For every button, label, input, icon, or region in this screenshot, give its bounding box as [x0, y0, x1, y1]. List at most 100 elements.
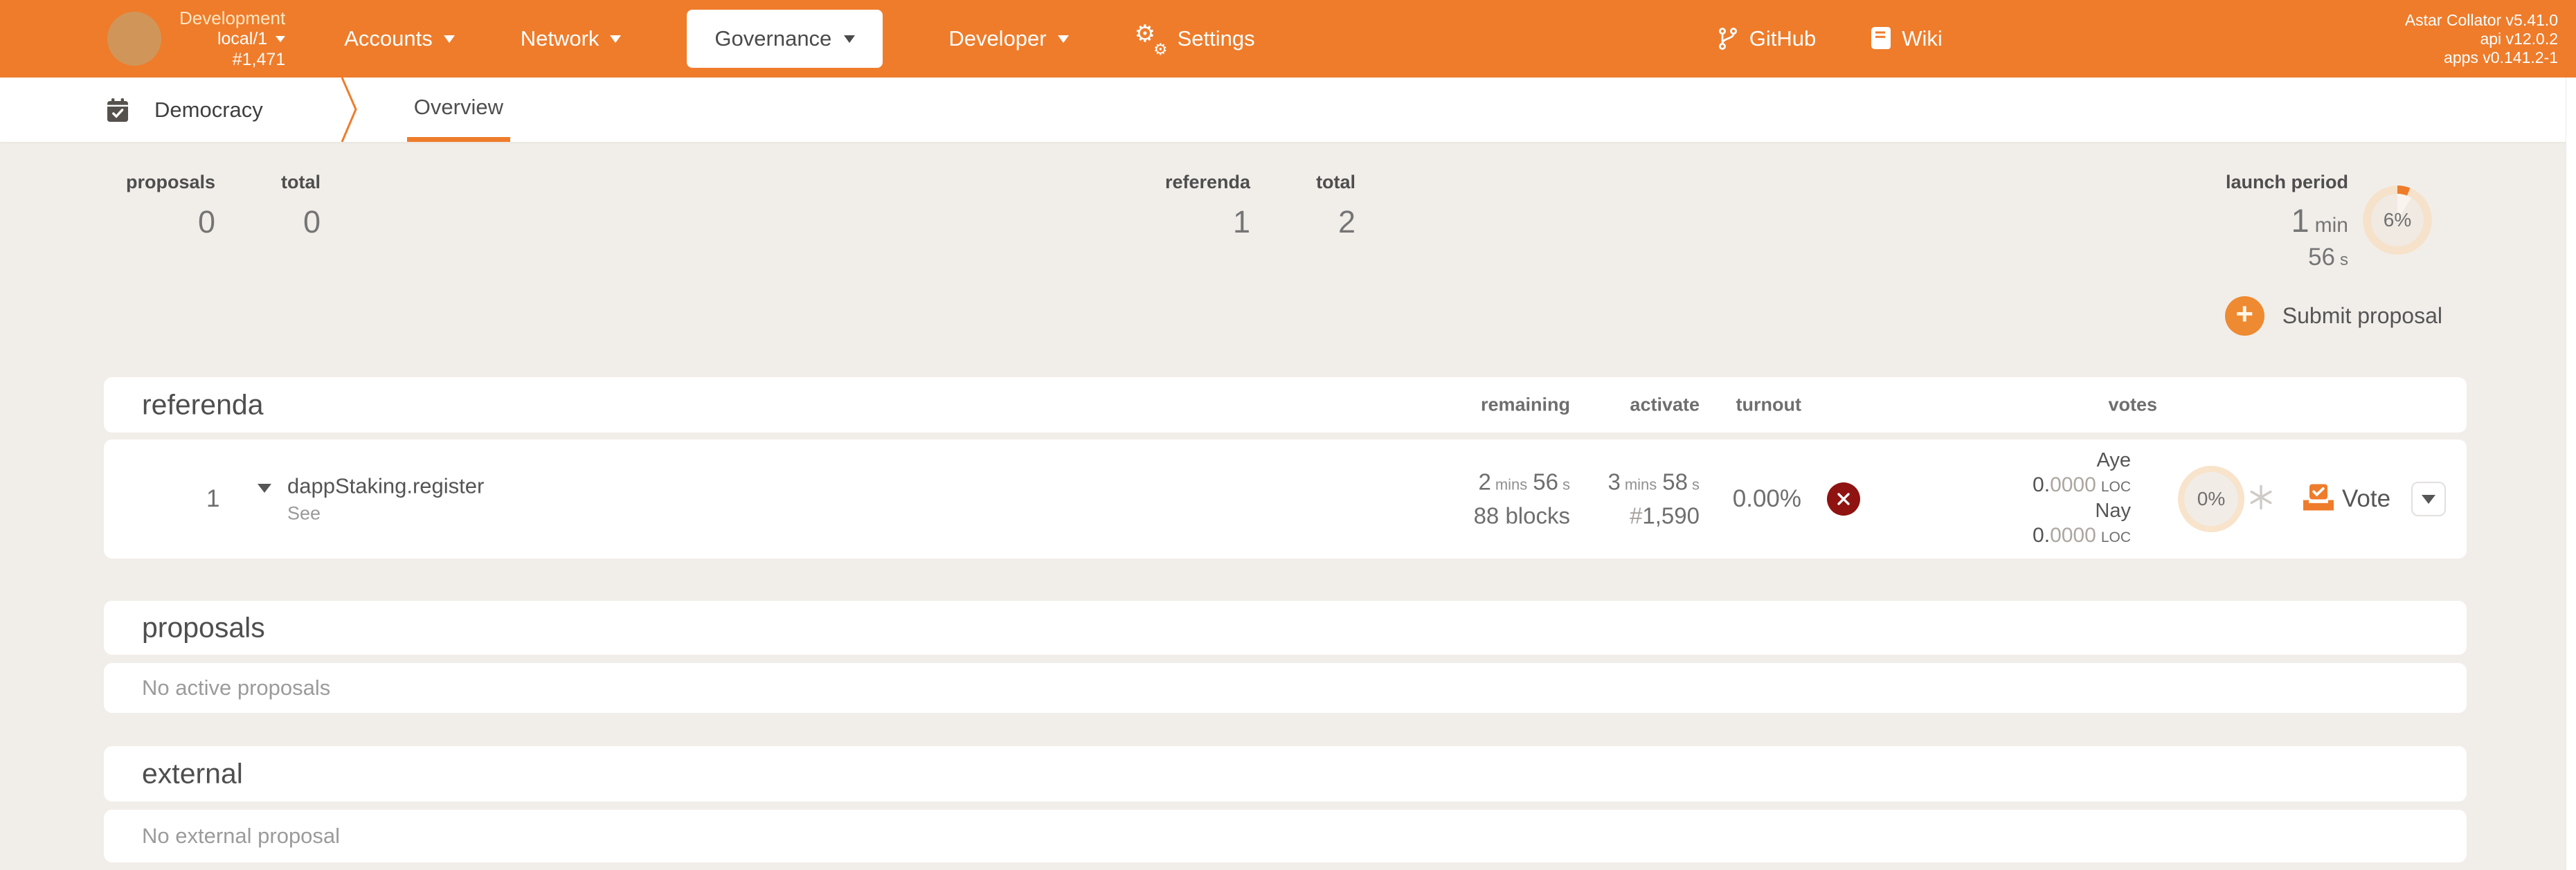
node-version: Astar Collator v5.41.0 — [2404, 10, 2558, 29]
remaining-secs: 56 — [1533, 469, 1558, 495]
chain-name: Development — [179, 8, 286, 28]
nav-item-network[interactable]: Network — [521, 26, 622, 51]
main-nav: Accounts Network Governance Developer ⚙ ⚙… — [344, 10, 1255, 68]
nav-accounts-label: Accounts — [344, 26, 433, 51]
section-name: Democracy — [154, 97, 263, 122]
remaining-blocks: 88 blocks — [1473, 502, 1570, 529]
git-branch-icon — [1718, 28, 1737, 50]
activate-secs: 58 — [1662, 469, 1688, 495]
wiki-link[interactable]: Wiki — [1871, 26, 1943, 51]
launch-period-label: launch period — [2225, 172, 2348, 192]
external-header-card: external — [104, 746, 2467, 801]
nav-developer-label: Developer — [948, 26, 1047, 51]
referendum-method: dappStaking.register — [287, 473, 485, 498]
column-votes: votes — [2108, 394, 2157, 415]
failing-status-badge — [1827, 482, 1860, 516]
asterisk-icon — [2247, 484, 2275, 515]
expand-row-button[interactable] — [258, 484, 271, 505]
summary-label: referenda — [1165, 172, 1251, 192]
nav-item-developer[interactable]: Developer — [948, 26, 1069, 51]
github-label: GitHub — [1749, 26, 1817, 51]
summary-label: proposals — [126, 172, 216, 192]
nav-item-accounts[interactable]: Accounts — [344, 26, 455, 51]
nav-settings-label: Settings — [1177, 26, 1255, 51]
wiki-label: Wiki — [1902, 26, 1943, 51]
plus-icon: + — [2224, 296, 2264, 336]
launch-minutes: 1 — [2291, 202, 2309, 239]
activate-mins-unit: mins — [1624, 475, 1657, 493]
close-icon — [1837, 493, 1850, 505]
chevron-down-icon — [443, 35, 455, 43]
calendar-check-icon — [107, 98, 128, 122]
vote-button[interactable]: Vote — [2342, 485, 2390, 513]
referenda-header-card: referenda remaining activate turnout vot… — [104, 377, 2467, 433]
chevron-down-icon — [276, 35, 286, 42]
turnout-value: 0.00% — [1732, 485, 1801, 512]
summary-proposals: proposals 0 — [126, 172, 215, 240]
referendum-id: 1 — [206, 485, 220, 512]
chevron-down-icon — [2422, 494, 2435, 504]
summary-proposals-group: proposals 0 total 0 — [126, 172, 321, 240]
submit-proposal-button[interactable]: + Submit proposal — [2224, 296, 2442, 336]
ballot-icon[interactable] — [2302, 483, 2335, 516]
chevron-down-icon — [610, 35, 622, 43]
chevron-down-icon — [1057, 35, 1069, 43]
remaining-cell: 2 mins 56 s 88 blocks — [1474, 468, 1570, 531]
launch-seconds: 56 — [2308, 244, 2335, 271]
summary-referenda-group: referenda 1 total 2 — [1165, 172, 1355, 240]
launch-seconds-unit: s — [2340, 251, 2348, 269]
gears-icon: ⚙ ⚙ — [1134, 21, 1168, 58]
external-empty-text: No external proposal — [142, 824, 341, 848]
see-link[interactable]: See — [287, 503, 484, 525]
activate-block-number: 1,590 — [1642, 502, 1700, 529]
external-empty-card: No external proposal — [104, 810, 2467, 862]
nav-governance-label: Governance — [714, 26, 832, 51]
nav-item-settings[interactable]: ⚙ ⚙ Settings — [1134, 21, 1255, 58]
summary-value: 0 — [198, 204, 216, 239]
vote-dropdown-button[interactable] — [2411, 482, 2446, 516]
summary-value: 1 — [1233, 204, 1251, 239]
nay-label: Nay — [2095, 500, 2131, 522]
nay-value: 0.0000 LOC — [2033, 524, 2131, 547]
summary-launch-period: launch period 1 min 56 s 6% — [2226, 172, 2432, 271]
remaining-mins: 2 — [1478, 469, 1491, 495]
breadcrumb-divider — [341, 78, 357, 142]
github-link[interactable]: GitHub — [1718, 26, 1816, 51]
activate-cell: 3 mins 58 s #1,590 — [1607, 468, 1700, 531]
votes-cell: Aye 0.0000 LOC Nay 0.0000 LOC — [2033, 448, 2131, 550]
block-hash-sign: # — [1630, 502, 1643, 529]
activate-secs-unit: s — [1692, 475, 1700, 493]
aye-label: Aye — [2096, 449, 2131, 471]
column-activate: activate — [1630, 394, 1700, 415]
summary-value: 0 — [303, 204, 321, 239]
chain-block-number: #1,471 — [232, 50, 286, 69]
referenda-title: referenda — [142, 388, 264, 421]
aye-value: 0.0000 LOC — [2033, 473, 2131, 496]
chevron-down-icon — [844, 35, 856, 43]
external-title: external — [142, 757, 243, 790]
referendum-row: 1 dappStaking.register See 2 mins 56 s 88 b… — [104, 439, 2467, 559]
support-percent-badge: 0% — [2178, 466, 2244, 532]
chain-avatar[interactable] — [107, 12, 161, 66]
scrollbar-track[interactable] — [2566, 78, 2576, 870]
summary-label: total — [281, 172, 321, 192]
submit-proposal-label: Submit proposal — [2282, 303, 2442, 328]
summary-referenda-total: total 2 — [1316, 172, 1355, 240]
column-remaining: remaining — [1480, 394, 1570, 415]
nav-item-governance-active[interactable]: Governance — [687, 10, 883, 68]
tabs-row: Democracy Overview — [0, 78, 2576, 142]
proposals-empty-card: No active proposals — [104, 663, 2467, 713]
chain-selector[interactable]: Development local/1 #1,471 — [179, 8, 286, 70]
activate-mins: 3 — [1607, 469, 1621, 495]
tab-overview-active[interactable]: Overview — [406, 78, 510, 142]
top-menu-bar: Development local/1 #1,471 Accounts Netw… — [0, 0, 2576, 78]
book-icon — [1871, 27, 1891, 49]
external-links: GitHub Wiki — [1718, 26, 1943, 51]
chain-node-label: local/1 — [217, 29, 268, 48]
summary-label: total — [1316, 172, 1356, 192]
nav-network-label: Network — [520, 26, 600, 51]
remaining-mins-unit: mins — [1495, 475, 1528, 493]
summary-proposals-total: total 0 — [281, 172, 321, 240]
version-info: Astar Collator v5.41.0 api v12.0.2 apps … — [2405, 11, 2558, 67]
remaining-secs-unit: s — [1562, 475, 1570, 493]
